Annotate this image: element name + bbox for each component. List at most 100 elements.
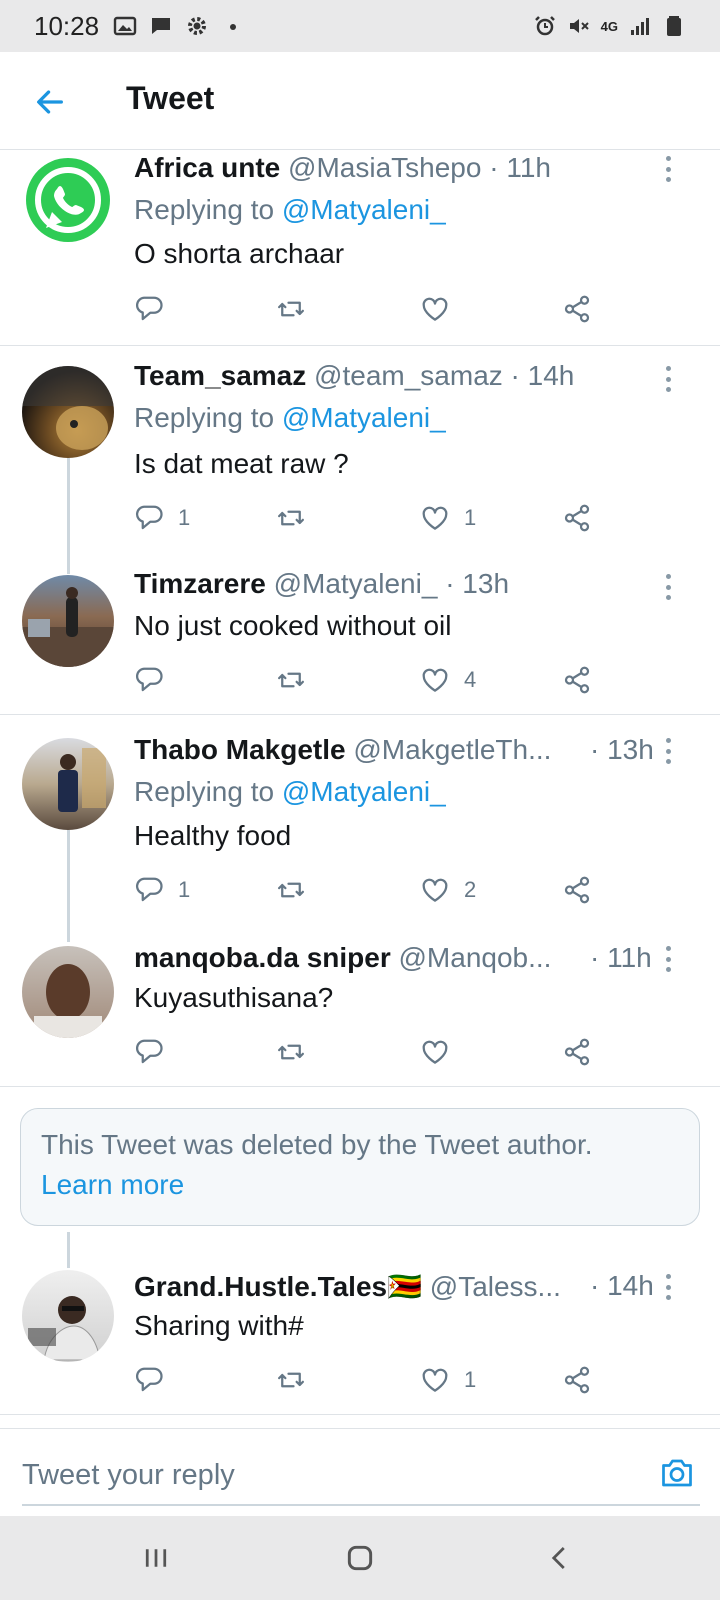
avatar-whatsapp-logo[interactable] — [22, 156, 114, 248]
reply-button[interactable] — [134, 291, 178, 327]
share-button[interactable] — [562, 291, 592, 327]
like-count: 1 — [464, 505, 477, 530]
share-icon — [562, 294, 592, 324]
thread-connector — [67, 1232, 70, 1268]
mention-link[interactable]: @Matyaleni_ — [282, 776, 446, 807]
heart-icon — [420, 665, 450, 695]
heart-icon — [420, 1365, 450, 1395]
retweet-icon — [276, 875, 306, 905]
recent-apps-button[interactable] — [136, 1538, 176, 1578]
retweet-button[interactable] — [276, 662, 306, 698]
reply-count: 1 — [178, 505, 191, 530]
author-name[interactable]: Africa unte — [134, 152, 280, 183]
tweet-text: O shorta archaar — [134, 238, 345, 269]
replying-to: Replying to @Matyaleni_ — [134, 776, 446, 808]
reply-button[interactable] — [134, 662, 178, 698]
home-icon — [347, 1545, 373, 1571]
author-handle[interactable]: @Manqob... — [399, 942, 552, 973]
reply-count: 1 — [178, 877, 191, 902]
back-arrow-icon — [37, 90, 63, 114]
share-button[interactable] — [562, 872, 592, 908]
avatar[interactable] — [22, 366, 114, 458]
share-button[interactable] — [562, 1034, 592, 1070]
like-button[interactable]: 4 — [420, 662, 476, 698]
avatar-image — [22, 366, 114, 450]
share-button[interactable] — [562, 662, 592, 698]
more-options-button[interactable] — [656, 942, 680, 976]
author-name[interactable]: Thabo Makgetle — [134, 734, 346, 765]
camera-button[interactable] — [658, 1455, 696, 1491]
like-button[interactable] — [420, 291, 464, 327]
author-name[interactable]: Timzarere — [134, 568, 266, 599]
divider — [0, 714, 720, 715]
author-handle[interactable]: @Matyaleni_ — [274, 568, 438, 599]
reply-button[interactable]: 1 — [134, 500, 190, 536]
home-button[interactable] — [340, 1538, 380, 1578]
reply-input[interactable]: Tweet your reply — [22, 1459, 235, 1492]
tweet-time-wrap: · 14h — [590, 1270, 654, 1302]
author-handle[interactable]: @team_samaz — [314, 360, 503, 391]
author-handle[interactable]: @Taless... — [430, 1271, 561, 1302]
tweet-actions — [134, 1034, 614, 1070]
avatar[interactable] — [22, 575, 114, 667]
like-button[interactable] — [420, 1034, 464, 1070]
retweet-button[interactable] — [276, 872, 306, 908]
tweet-text: Healthy food — [134, 820, 292, 851]
alarm-icon — [534, 16, 555, 36]
more-options-button[interactable] — [656, 362, 680, 396]
author-handle[interactable]: @MakgetleTh... — [353, 734, 551, 765]
tweet-header: manqoba.da sniper @Manqob... — [134, 942, 551, 974]
like-button[interactable]: 1 — [420, 500, 476, 536]
message-icon — [152, 18, 171, 34]
heart-icon — [420, 875, 450, 905]
tweet-text: No just cooked without oil — [134, 610, 452, 641]
tweet-actions — [134, 291, 614, 327]
reply-icon — [134, 1037, 164, 1067]
author-name[interactable]: Grand.Hustle.Tales🇿🇼 — [134, 1271, 422, 1302]
mention-link[interactable]: @Matyaleni_ — [282, 194, 446, 225]
retweet-button[interactable] — [276, 500, 306, 536]
retweet-button[interactable] — [276, 1362, 306, 1398]
mention-link[interactable]: @Matyaleni_ — [282, 402, 446, 433]
reply-button[interactable]: 1 — [134, 872, 190, 908]
status-left-icons — [113, 14, 245, 38]
avatar[interactable] — [22, 738, 114, 830]
avatar[interactable] — [22, 1270, 114, 1362]
author-name[interactable]: Team_samaz — [134, 360, 306, 391]
reply-button[interactable] — [134, 1034, 178, 1070]
more-options-button[interactable] — [656, 570, 680, 604]
like-button[interactable]: 2 — [420, 872, 476, 908]
recent-apps-icon — [145, 1549, 167, 1567]
more-options-button[interactable] — [656, 1270, 680, 1304]
whatsapp-icon — [26, 158, 110, 242]
learn-more-link[interactable]: Learn more — [41, 1165, 679, 1205]
tweet-header: Thabo Makgetle @MakgetleTh... — [134, 734, 551, 766]
tweet-time: · 14h — [590, 1270, 654, 1301]
system-back-button[interactable] — [540, 1538, 580, 1578]
retweet-button[interactable] — [276, 291, 306, 327]
share-icon — [562, 1037, 592, 1067]
camera-icon — [662, 1459, 692, 1487]
reply-icon — [134, 294, 164, 324]
retweet-button[interactable] — [276, 1034, 306, 1070]
divider — [0, 1414, 720, 1415]
heart-icon — [420, 294, 450, 324]
share-button[interactable] — [562, 1362, 592, 1398]
reply-button[interactable] — [134, 1362, 178, 1398]
like-button[interactable]: 1 — [420, 1362, 476, 1398]
thread-connector — [67, 830, 70, 942]
share-button[interactable] — [562, 500, 592, 536]
author-name[interactable]: manqoba.da sniper — [134, 942, 391, 973]
back-button[interactable] — [30, 82, 70, 122]
divider — [0, 345, 720, 346]
status-right-icons: 4G — [533, 14, 686, 38]
tweet-time: · 11h — [590, 942, 652, 973]
author-handle[interactable]: @MasiaTshepo — [288, 152, 481, 183]
heart-icon — [420, 503, 450, 533]
more-options-button[interactable] — [656, 734, 680, 768]
deleted-tweet-notice: This Tweet was deleted by the Tweet auth… — [20, 1108, 700, 1226]
tweet-time-wrap: · 11h — [590, 942, 652, 974]
more-options-button[interactable] — [656, 152, 680, 186]
tweet-time: · 11h — [489, 152, 551, 183]
avatar[interactable] — [22, 946, 114, 1038]
